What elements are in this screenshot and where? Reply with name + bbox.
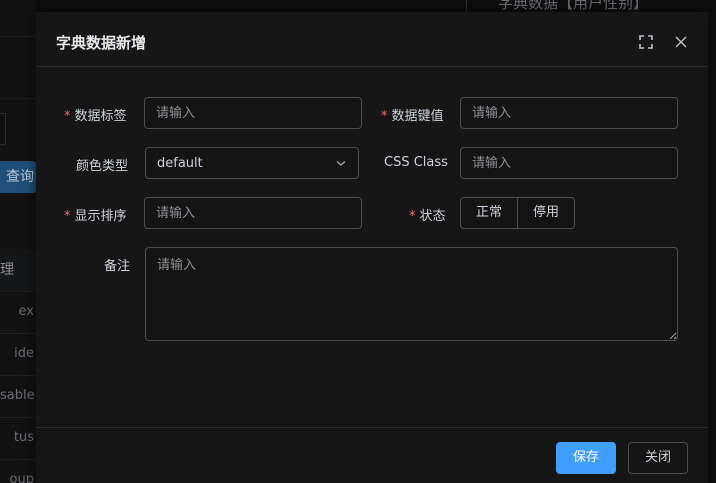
fullscreen-icon — [639, 35, 653, 49]
background-query-button[interactable]: 查询 — [0, 161, 36, 193]
status-field-label: * 状态 — [409, 205, 446, 224]
required-mark: * — [409, 209, 416, 224]
background-table-header: 理 — [0, 250, 36, 290]
chevron-down-icon — [336, 161, 346, 166]
required-mark: * — [64, 209, 71, 224]
close-icon — [675, 36, 687, 48]
background-table-row: tus — [0, 417, 36, 459]
css-class-input[interactable] — [460, 147, 678, 179]
status-field-label-text: 状态 — [419, 209, 446, 224]
status-option-normal[interactable]: 正常 — [460, 197, 519, 229]
background-input-fragment — [0, 113, 6, 145]
sort-input[interactable] — [144, 197, 362, 229]
required-mark: * — [64, 109, 71, 124]
status-option-disabled[interactable]: 停用 — [518, 197, 576, 229]
dialog-title: 字典数据新增 — [56, 34, 147, 52]
value-field-label-text: 数据键值 — [391, 109, 444, 124]
dialog-footer: 保存 关闭 — [36, 427, 708, 483]
color-type-selected-value: default — [157, 155, 203, 171]
close-dialog-button[interactable]: 关闭 — [628, 442, 688, 474]
background-table-row: ide — [0, 333, 36, 375]
remark-textarea[interactable] — [145, 247, 678, 341]
background-divider — [0, 36, 36, 37]
sort-field-label-text: 显示排序 — [74, 209, 127, 224]
fullscreen-button[interactable] — [638, 34, 654, 50]
background-sidebar: 查询 理 ex ide sable tus oup — [0, 0, 36, 483]
css-class-label: CSS Class — [384, 155, 448, 170]
dict-data-dialog: 字典数据新增 *数据标签 *数据键值 颜色类型 default CSS Clas… — [36, 12, 708, 483]
value-input[interactable] — [460, 97, 678, 129]
status-radio-group: 正常 停用 — [460, 197, 576, 229]
value-field-label: * 数据键值 — [381, 105, 444, 124]
background-divider — [0, 98, 36, 99]
close-button[interactable] — [673, 34, 689, 50]
label-field-label-text: 数据标签 — [74, 109, 127, 124]
background-table-row: sable — [0, 375, 36, 417]
background-divider — [466, 0, 467, 12]
save-button[interactable]: 保存 — [556, 442, 616, 474]
label-field-label: * 数据标签 — [64, 105, 127, 124]
color-type-select[interactable]: default — [145, 147, 359, 179]
background-table-row: ex — [0, 291, 36, 333]
background-table-row: oup — [0, 459, 36, 483]
required-mark: * — [381, 109, 388, 124]
label-input[interactable] — [144, 97, 362, 129]
sort-field-label: * 显示排序 — [64, 205, 127, 224]
dialog-header: 字典数据新增 — [36, 12, 708, 67]
color-type-label: 颜色类型 — [76, 159, 129, 174]
remark-label: 备注 — [104, 259, 131, 274]
background-right-edge — [708, 0, 716, 483]
